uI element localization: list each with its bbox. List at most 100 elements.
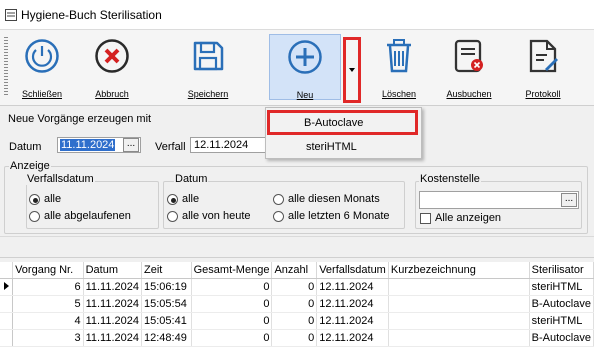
save-button-label: Speichern xyxy=(187,89,229,99)
date-month-label: alle diesen Monats xyxy=(288,193,380,205)
column-header[interactable]: Kurzbezeichnung xyxy=(388,262,530,279)
table-row[interactable]: 4 11.11.2024 15:05:41 0 0 12.11.2024 ste… xyxy=(0,312,594,330)
cell xyxy=(388,329,530,347)
save-button[interactable]: Speichern xyxy=(177,34,239,100)
cost-center-input[interactable] xyxy=(419,191,579,209)
cell: 0 xyxy=(191,295,273,313)
protocol-button-label: Protokoll xyxy=(525,89,561,99)
cell: 15:05:41 xyxy=(141,312,192,330)
row-indicator xyxy=(0,329,14,347)
row-indicator xyxy=(0,312,14,330)
row-pointer-icon xyxy=(3,282,9,290)
separator-band xyxy=(0,236,594,258)
expiry-expired-label: alle abgelaufenen xyxy=(44,210,131,222)
show-all-checkbox[interactable] xyxy=(420,213,431,224)
new-dropdown-menu: B-Autoclave steriHTML xyxy=(265,107,422,159)
expiry-filter-legend: Verfallsdatum xyxy=(26,173,95,185)
cell: B-Autoclave xyxy=(529,295,594,313)
cell: 12:48:49 xyxy=(141,329,192,347)
column-header[interactable]: Datum xyxy=(83,262,143,279)
cell: 0 xyxy=(271,295,318,313)
save-icon xyxy=(193,41,224,71)
cell: B-Autoclave xyxy=(529,329,594,347)
header-indicator xyxy=(0,262,14,279)
cell: 15:06:19 xyxy=(141,278,192,296)
expiry-all-label: alle xyxy=(44,193,62,205)
table-row[interactable]: 5 11.11.2024 15:05:54 0 0 12.11.2024 B-A… xyxy=(0,295,594,313)
cell: 0 xyxy=(191,312,273,330)
new-button[interactable]: Neu xyxy=(269,34,341,100)
delete-button[interactable]: Löschen xyxy=(368,34,430,100)
toolbar-grip[interactable] xyxy=(4,37,8,97)
menu-item-sterihtml[interactable]: steriHTML xyxy=(266,137,421,159)
table-header-row: Vorgang Nr. Datum Zeit Gesamt-Menge Anza… xyxy=(0,262,594,279)
menu-item-b-autoclave[interactable]: B-Autoclave xyxy=(267,110,418,135)
cell: 12.11.2024 xyxy=(316,278,389,296)
title-bar: Hygiene-Buch Sterilisation xyxy=(0,0,594,30)
cell: 12.11.2024 xyxy=(316,329,389,347)
plus-icon xyxy=(288,40,322,74)
cancel-button[interactable]: Abbruch xyxy=(81,34,143,100)
records-table: Vorgang Nr. Datum Zeit Gesamt-Menge Anza… xyxy=(0,262,594,347)
cell: steriHTML xyxy=(529,312,594,330)
row-indicator xyxy=(0,295,14,313)
date-filter-legend: Datum xyxy=(174,173,209,185)
column-header[interactable]: Sterilisator xyxy=(529,262,594,279)
checkout-button[interactable]: Ausbuchen xyxy=(438,34,500,100)
cell: 6 xyxy=(12,278,84,296)
column-header[interactable]: Anzahl xyxy=(271,262,318,279)
table-row[interactable]: 3 11.11.2024 12:48:49 0 0 12.11.2024 B-A… xyxy=(0,329,594,347)
date-6months-label: alle letzten 6 Monate xyxy=(288,210,390,222)
cell: steriHTML xyxy=(529,278,594,296)
date-label: Datum xyxy=(9,141,42,153)
records-grid[interactable]: Vorgang Nr. Datum Zeit Gesamt-Menge Anza… xyxy=(0,262,594,351)
cell: 11.11.2024 xyxy=(83,278,143,296)
power-icon xyxy=(25,39,59,73)
protocol-icon xyxy=(529,39,558,73)
cell: 11.11.2024 xyxy=(83,329,143,347)
checkout-icon xyxy=(454,39,483,73)
new-dropdown-arrow[interactable] xyxy=(343,37,361,103)
cell xyxy=(388,312,530,330)
cost-center-legend: Kostenstelle xyxy=(419,173,481,185)
cost-center-picker-button[interactable]: ... xyxy=(561,193,577,207)
cell: 0 xyxy=(271,329,318,347)
cell: 0 xyxy=(271,312,318,330)
display-legend: Anzeige xyxy=(9,160,51,172)
cell: 0 xyxy=(191,329,273,347)
cell: 0 xyxy=(271,278,318,296)
expiry-label: Verfall xyxy=(155,141,186,153)
toolbar: Schließen Abbruch Speichern Neu Löschen … xyxy=(0,30,594,106)
close-button[interactable]: Schließen xyxy=(11,34,73,100)
app-icon xyxy=(5,9,17,21)
date-picker-button[interactable]: ... xyxy=(123,138,139,152)
cell: 12.11.2024 xyxy=(316,295,389,313)
create-legend: Neue Vorgänge erzeugen mit xyxy=(7,113,153,125)
date-all-label: alle xyxy=(182,193,200,205)
column-header[interactable]: Zeit xyxy=(141,262,192,279)
cell: 4 xyxy=(12,312,84,330)
trash-icon xyxy=(387,39,411,73)
checkout-button-label: Ausbuchen xyxy=(446,89,492,99)
protocol-button[interactable]: Protokoll xyxy=(512,34,574,100)
new-button-label: Neu xyxy=(296,90,314,100)
cell: 15:05:54 xyxy=(141,295,192,313)
menu-item-label: B-Autoclave xyxy=(304,117,364,129)
cancel-icon xyxy=(95,39,129,73)
date-today-label: alle von heute xyxy=(182,210,251,222)
close-button-label: Schließen xyxy=(21,89,63,99)
column-header[interactable]: Verfallsdatum xyxy=(316,262,389,279)
cell: 3 xyxy=(12,329,84,347)
cell: 11.11.2024 xyxy=(83,295,143,313)
cell: 5 xyxy=(12,295,84,313)
expiry-input[interactable]: 12.11.2024 xyxy=(190,137,268,153)
cell: 0 xyxy=(191,278,273,296)
window-title: Hygiene-Buch Sterilisation xyxy=(21,8,162,22)
chevron-down-icon xyxy=(349,68,355,72)
delete-button-label: Löschen xyxy=(381,89,417,99)
column-header[interactable]: Gesamt-Menge xyxy=(191,262,273,279)
cell xyxy=(388,278,530,296)
expiry-input-value: 12.11.2024 xyxy=(194,139,249,151)
column-header[interactable]: Vorgang Nr. xyxy=(12,262,84,279)
table-row[interactable]: 6 11.11.2024 15:06:19 0 0 12.11.2024 ste… xyxy=(0,278,594,296)
